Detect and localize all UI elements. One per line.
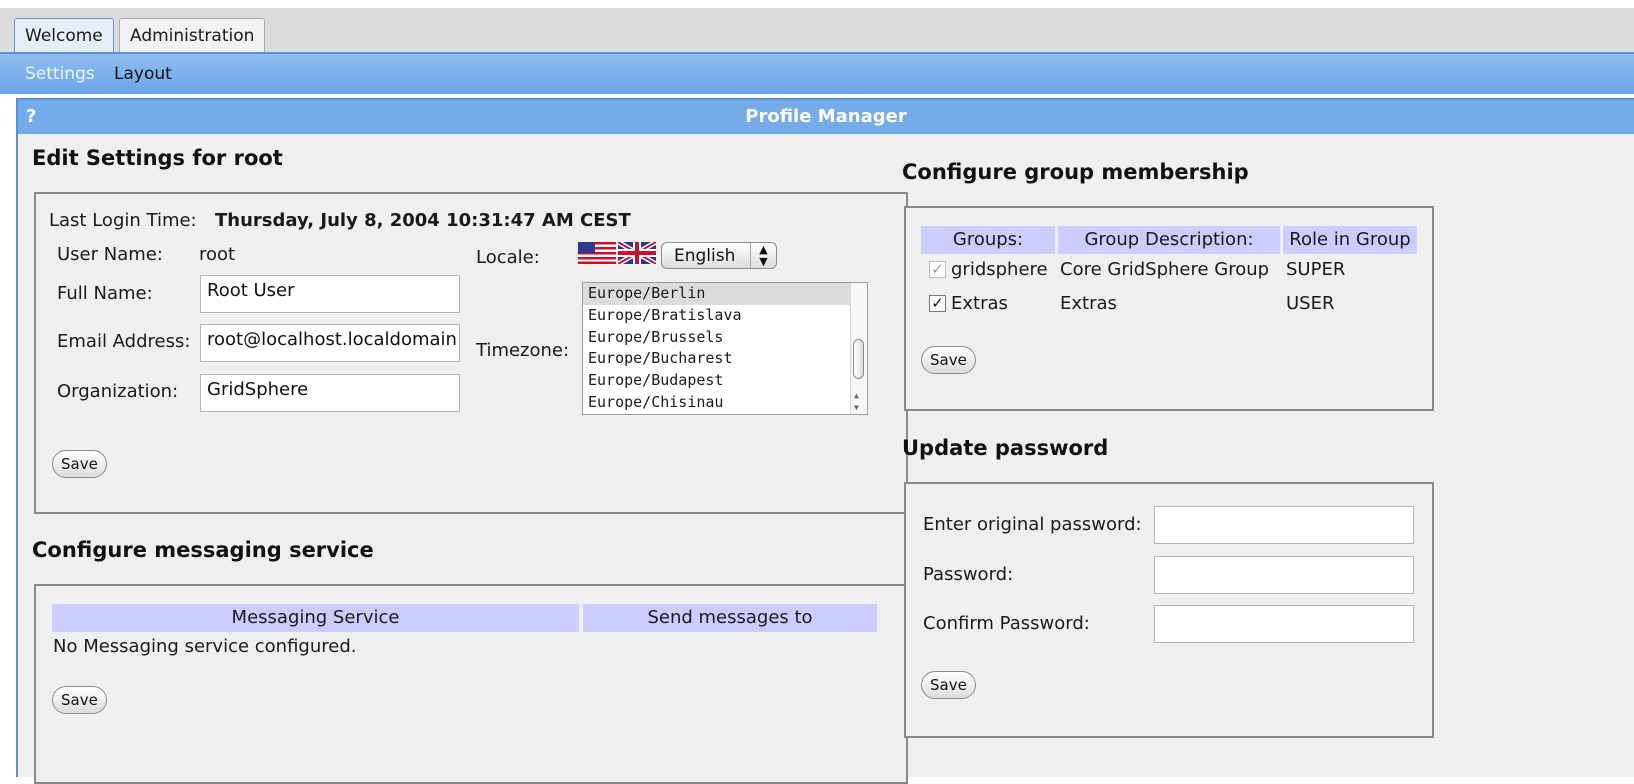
locale-select[interactable]: English ▲ ▼ xyxy=(661,242,777,269)
edit-settings-heading: Edit Settings for root xyxy=(32,146,283,170)
original-password-field[interactable] xyxy=(1154,506,1414,544)
timezone-label: Timezone: xyxy=(476,340,570,361)
save-groups-button[interactable]: Save xyxy=(921,346,976,374)
original-password-label: Enter original password: xyxy=(923,514,1142,535)
messaging-heading: Configure messaging service xyxy=(32,538,374,562)
confirm-password-label: Confirm Password: xyxy=(923,613,1090,634)
organization-field[interactable]: GridSphere xyxy=(200,374,460,412)
timezone-option[interactable]: Europe/Bratislava xyxy=(583,305,867,327)
messaging-empty-text: No Messaging service configured. xyxy=(53,636,357,657)
group-name: gridsphere xyxy=(951,259,1048,280)
scroll-thumb[interactable] xyxy=(853,339,864,379)
user-name-value: root xyxy=(199,244,236,265)
scroll-up-icon[interactable]: ▲ xyxy=(854,391,859,400)
tab-administration[interactable]: Administration xyxy=(119,18,266,53)
group-checkbox-extras[interactable]: ✓ xyxy=(929,295,946,312)
messaging-service-column-header: Messaging Service xyxy=(52,604,579,632)
update-password-panel: Enter original password: Password: Confi… xyxy=(904,482,1434,738)
save-settings-button[interactable]: Save xyxy=(52,450,107,478)
timezone-scrollbar[interactable]: ▲ ▼ xyxy=(850,283,867,414)
group-membership-panel: Groups: Group Description: Role in Group… xyxy=(904,206,1434,411)
send-messages-column-header: Send messages to xyxy=(583,604,877,632)
locale-select-value: English xyxy=(674,246,736,266)
profile-manager-portlet: ? Profile Manager Edit Settings for root… xyxy=(16,98,1634,784)
full-name-field[interactable]: Root User xyxy=(200,275,460,313)
timezone-option[interactable]: Europe/Berlin xyxy=(583,283,867,305)
subnav-item-settings[interactable]: Settings xyxy=(25,54,95,94)
subnav-bar: Settings Layout xyxy=(0,54,1634,94)
last-login-label: Last Login Time: xyxy=(49,210,197,231)
locale-label: Locale: xyxy=(476,247,540,268)
timezone-option[interactable]: Europe/Chisinau xyxy=(583,392,867,414)
edit-settings-panel: Last Login Time: Thursday, July 8, 2004 … xyxy=(34,192,908,514)
groups-column-header: Groups: xyxy=(921,226,1055,254)
messaging-panel: Messaging Service Send messages to No Me… xyxy=(34,584,908,784)
scroll-down-icon[interactable]: ▼ xyxy=(854,403,859,412)
email-field[interactable]: root@localhost.localdomain xyxy=(200,324,460,362)
us-flag-icon[interactable] xyxy=(578,242,616,264)
save-messaging-button[interactable]: Save xyxy=(52,686,107,714)
group-membership-heading: Configure group membership xyxy=(902,160,1249,184)
full-name-label: Full Name: xyxy=(57,283,153,304)
portlet-title: Profile Manager xyxy=(745,106,907,127)
confirm-password-field[interactable] xyxy=(1154,605,1414,643)
timezone-listbox[interactable]: Europe/Berlin Europe/Bratislava Europe/B… xyxy=(582,282,868,415)
group-description: Core GridSphere Group xyxy=(1060,259,1270,280)
password-label: Password: xyxy=(923,564,1014,585)
password-field[interactable] xyxy=(1154,556,1414,594)
group-role: SUPER xyxy=(1286,259,1346,280)
uk-flag-icon[interactable] xyxy=(618,242,656,264)
group-description: Extras xyxy=(1060,293,1117,314)
user-name-label: User Name: xyxy=(57,244,163,265)
group-checkbox-gridsphere[interactable]: ✓ xyxy=(929,261,946,278)
tab-bar: Welcome Administration xyxy=(0,8,1634,53)
group-description-column-header: Group Description: xyxy=(1058,226,1280,254)
subnav-item-layout[interactable]: Layout xyxy=(114,54,172,94)
group-name: Extras xyxy=(951,293,1008,314)
last-login-value: Thursday, July 8, 2004 10:31:47 AM CEST xyxy=(215,210,631,231)
timezone-option[interactable]: Europe/Bucharest xyxy=(583,348,867,370)
timezone-option[interactable]: Europe/Budapest xyxy=(583,370,867,392)
group-role: USER xyxy=(1286,293,1335,314)
timezone-option[interactable]: Europe/Brussels xyxy=(583,327,867,349)
save-password-button[interactable]: Save xyxy=(921,671,976,699)
tab-welcome[interactable]: Welcome xyxy=(14,18,114,53)
chevron-updown-icon: ▲ ▼ xyxy=(750,243,776,268)
email-label: Email Address: xyxy=(57,331,191,352)
update-password-heading: Update password xyxy=(902,436,1109,460)
portlet-titlebar: ? Profile Manager xyxy=(18,100,1634,134)
role-column-header: Role in Group xyxy=(1283,226,1417,254)
organization-label: Organization: xyxy=(57,381,179,402)
